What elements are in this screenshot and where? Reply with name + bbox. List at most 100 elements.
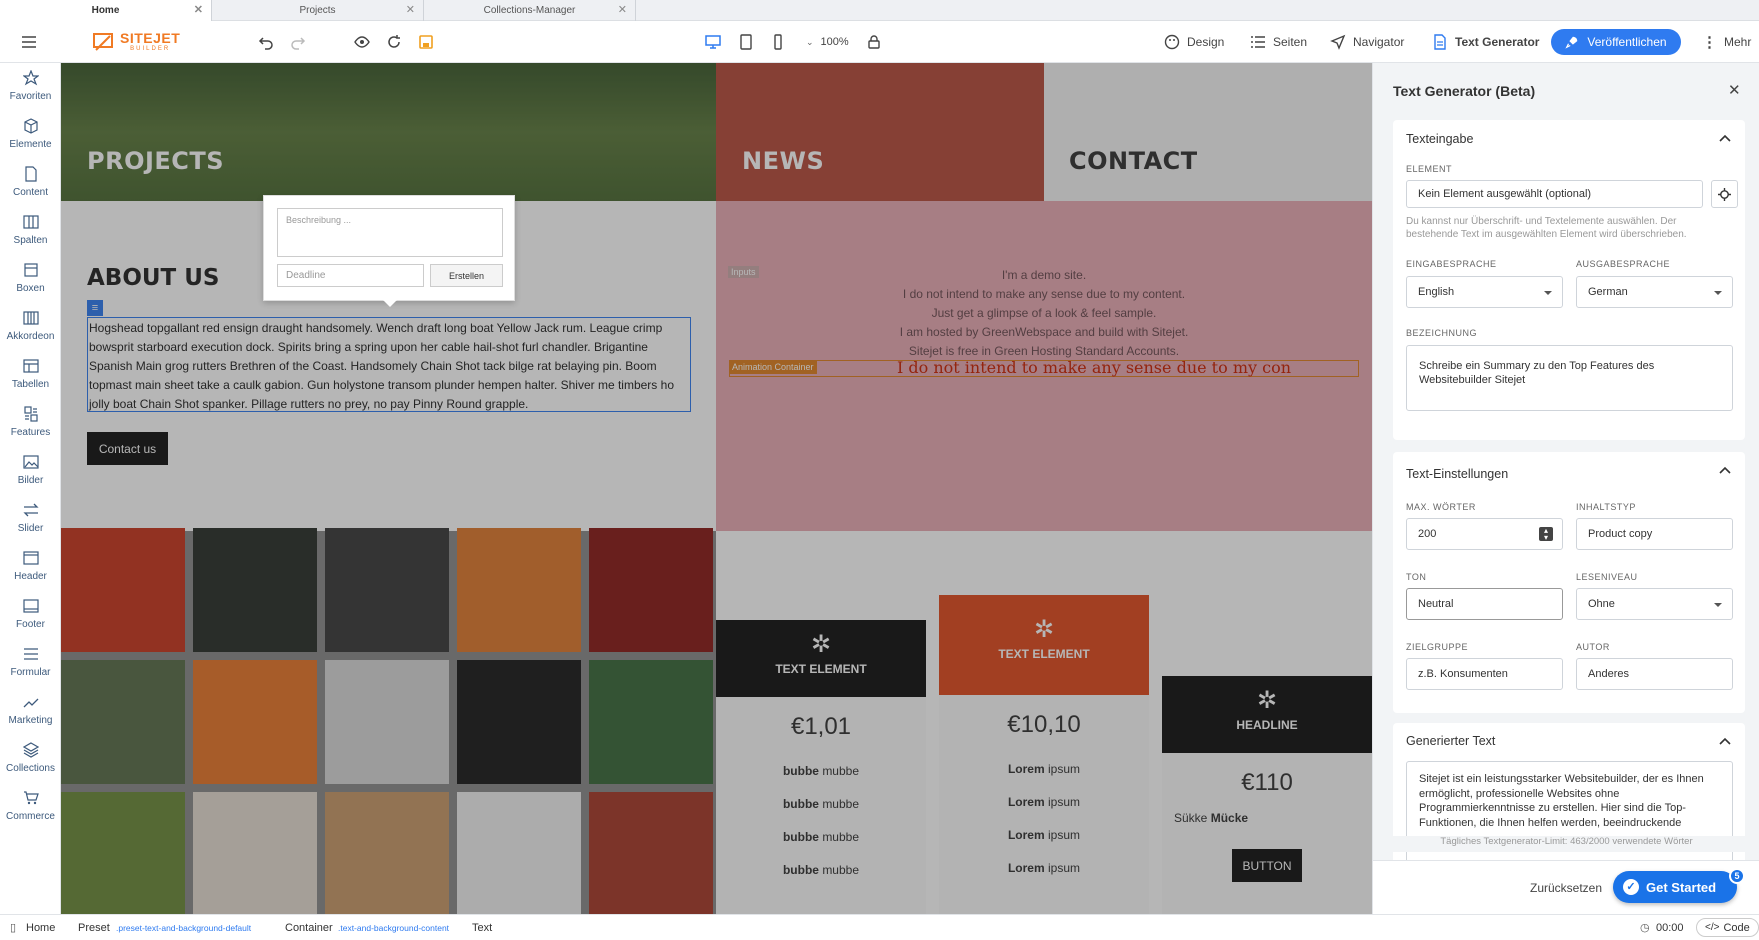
output-language-select[interactable]: German — [1576, 276, 1733, 308]
sidebar-item-label: Tabellen — [11, 379, 50, 390]
demo-line: I'm a demo site. — [1001, 268, 1087, 282]
author-input[interactable]: Anderes — [1576, 658, 1733, 690]
tab-projects[interactable]: Projects ✕ — [212, 0, 424, 21]
navigator-label: Navigator — [1353, 35, 1405, 49]
sidebar-item-marketing[interactable]: Marketing — [0, 694, 61, 742]
pricing-price: €1,01 — [790, 713, 852, 740]
design-button[interactable]: Design — [1164, 21, 1224, 63]
desktop-icon[interactable] — [705, 21, 721, 63]
pricing-button[interactable]: BUTTON — [1232, 849, 1302, 882]
lock-icon[interactable] — [866, 21, 882, 63]
sidebar-item-footer[interactable]: Footer — [0, 598, 61, 646]
breadcrumb-bar: ▯ Home Preset .preset-text-and-backgroun… — [0, 914, 1759, 940]
tab-label: Home — [91, 5, 120, 16]
tab-collections-manager[interactable]: Collections-Manager ✕ — [424, 0, 636, 21]
breadcrumb-text[interactable]: Text — [472, 922, 492, 934]
content-type-input[interactable]: Product copy — [1576, 518, 1733, 550]
description-textarea[interactable]: Schreibe ein Summary zu den Top Features… — [1406, 345, 1733, 411]
preview-icon[interactable] — [354, 21, 370, 63]
check-circle-icon: ✓ — [1623, 879, 1639, 895]
sidebar-item-label: Akkordeon — [6, 331, 55, 342]
max-words-label: MAX. WÖRTER — [1406, 502, 1476, 512]
breadcrumb-preset[interactable]: Preset — [78, 922, 110, 934]
sidebar-item-spalten[interactable]: Spalten — [0, 214, 61, 262]
breadcrumb-home[interactable]: Home — [26, 922, 55, 934]
close-icon[interactable]: ✕ — [406, 0, 415, 21]
sidebar-item-boxen[interactable]: Boxen — [0, 262, 61, 310]
asterisk-icon: ✲ — [1256, 687, 1278, 714]
row-bold: Lorem — [1007, 861, 1045, 875]
sidebar-item-collections[interactable]: Collections — [0, 742, 61, 790]
stepper-icon[interactable]: ▴ ▾ — [1539, 527, 1553, 542]
refresh-icon[interactable] — [386, 21, 402, 63]
plant-image — [457, 792, 581, 914]
create-button[interactable]: Erstellen — [430, 264, 503, 287]
reading-level-select[interactable]: Ohne — [1576, 588, 1733, 620]
publish-button[interactable]: Veröffentlichen — [1551, 29, 1681, 55]
nav-news[interactable]: NEWS — [742, 147, 824, 175]
sidebar-item-label: Header — [14, 571, 47, 582]
file-icon — [24, 166, 37, 182]
toolbar: SITEJET BUILDER ⌄ 100% Design Seiten Navig… — [0, 21, 1759, 63]
close-icon[interactable]: ✕ — [618, 0, 627, 21]
bus-image — [325, 660, 449, 784]
sidebar-item-content[interactable]: Content — [0, 166, 61, 214]
sidebar-item-label: Formular — [10, 667, 51, 678]
deadline-input[interactable]: Deadline — [277, 264, 424, 287]
sidebar-item-slider[interactable]: Slider — [0, 502, 61, 550]
sidebar-item-favoriten[interactable]: Favoriten — [0, 70, 61, 118]
zoom-select[interactable]: ⌄ 100% — [806, 21, 849, 63]
description-input[interactable]: Beschreibung ... — [277, 208, 503, 257]
reset-button[interactable]: Zurücksetzen — [1530, 881, 1602, 895]
header-icon — [22, 551, 39, 565]
sidebar-item-tabellen[interactable]: Tabellen — [0, 358, 61, 406]
sidebar-item-commerce[interactable]: Commerce — [0, 790, 61, 838]
output-language-label: AUSGABESPRACHE — [1576, 259, 1671, 269]
crosshair-icon[interactable] — [1711, 180, 1738, 208]
milk-image — [457, 660, 581, 784]
target-group-label: ZIELGRUPPE — [1406, 642, 1469, 652]
more-button[interactable]: ⋮ Mehr — [1702, 21, 1751, 63]
text-element-handle-icon[interactable]: ≡ — [87, 300, 103, 316]
tablet-icon[interactable] — [738, 21, 754, 63]
sidebar-item-bilder[interactable]: Bilder — [0, 454, 61, 502]
text-generator-button[interactable]: Text Generator — [1432, 21, 1539, 63]
nav-projects[interactable]: PROJECTS — [87, 147, 224, 175]
breadcrumb-container[interactable]: Container — [285, 922, 333, 934]
menu-icon[interactable] — [21, 21, 37, 63]
settings-section-header[interactable]: Text-Einstellungen — [1393, 452, 1745, 495]
target-group-input[interactable]: z.B. Konsumenten — [1406, 658, 1563, 690]
input-section-header[interactable]: Texteingabe — [1393, 120, 1745, 158]
pages-button[interactable]: Seiten — [1250, 21, 1307, 63]
list-icon — [1251, 36, 1265, 48]
save-icon[interactable] — [418, 21, 434, 63]
code-button[interactable]: </> Code — [1696, 918, 1759, 937]
sidebar-item-formular[interactable]: Formular — [0, 646, 61, 694]
demo-line: Just get a glimpse of a look & feel samp… — [931, 306, 1157, 320]
element-hint: Du kannst nur Überschrift- und Texteleme… — [1406, 216, 1687, 240]
element-select[interactable]: Kein Element ausgewählt (optional) — [1406, 180, 1703, 208]
nav-contact[interactable]: CONTACT — [1069, 147, 1198, 175]
editor-canvas[interactable]: PROJECTS NEWS CONTACT ABOUT US ≡ Hogshea… — [61, 63, 1372, 914]
close-icon[interactable]: ✕ — [194, 0, 203, 21]
get-started-button[interactable]: ✓ Get Started — [1613, 871, 1737, 903]
about-text[interactable]: Hogshead topgallant red ensign draught h… — [87, 317, 691, 412]
news-background — [716, 63, 1044, 201]
navigator-button[interactable]: Navigator — [1330, 21, 1404, 63]
close-icon[interactable]: ✕ — [1728, 81, 1741, 99]
sidebar-item-elemente[interactable]: Elemente — [0, 118, 61, 166]
sidebar-item-header[interactable]: Header — [0, 550, 61, 598]
contact-us-button[interactable]: Contact us — [87, 432, 168, 465]
tab-home[interactable]: Home ✕ — [0, 0, 212, 21]
tone-input[interactable]: Neutral — [1406, 588, 1563, 620]
output-section-header[interactable]: Generierter Text — [1393, 723, 1745, 759]
cube-icon — [23, 118, 38, 134]
canyon-image — [589, 792, 713, 914]
mobile-icon[interactable] — [770, 21, 786, 63]
redo-icon[interactable] — [290, 21, 306, 63]
undo-icon[interactable] — [258, 21, 274, 63]
sidebar-item-akkordeon[interactable]: Akkordeon — [0, 310, 61, 358]
input-language-select[interactable]: English — [1406, 276, 1563, 308]
task-popup: Beschreibung ... Deadline Erstellen — [263, 195, 515, 307]
sidebar-item-features[interactable]: Features — [0, 406, 61, 454]
